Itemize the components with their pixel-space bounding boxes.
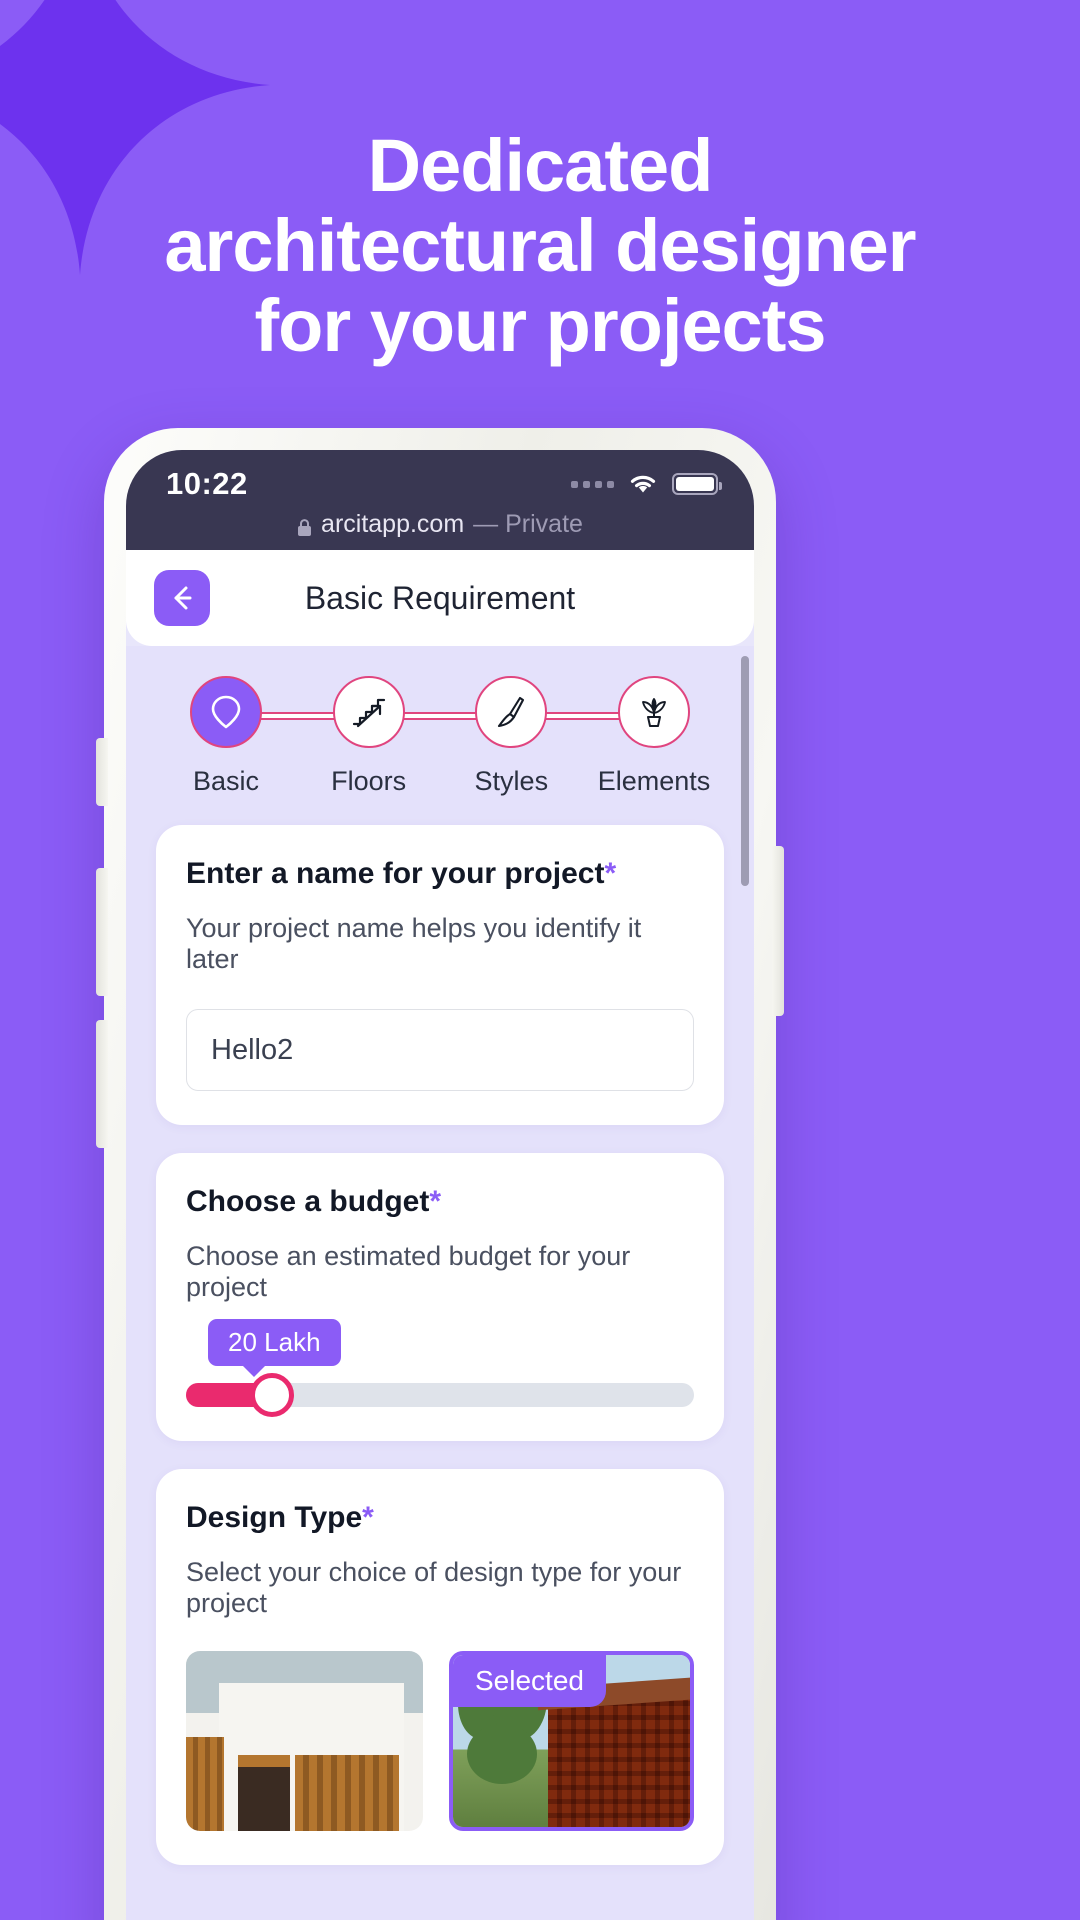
sidebar-item-elements[interactable]: Elements [588,676,720,797]
page-title: Basic Requirement [304,579,576,616]
headline-line-1: Dedicated [367,124,714,207]
step-label-floors: Floors [331,766,407,796]
design-type-title: Design Type* [186,1501,694,1535]
status-indicators [571,473,722,495]
app-header: Basic Requirement [126,550,754,646]
location-pin-icon [211,695,241,729]
volume-up-button[interactable] [96,868,108,996]
design-option-1[interactable] [186,1651,423,1831]
budget-slider-area: 20 Lakh [186,1313,694,1417]
status-bar: 10:22 [126,450,754,502]
budget-slider[interactable] [186,1373,694,1417]
power-button[interactable] [772,846,784,1016]
lock-icon [297,515,312,536]
headline-line-3: for your projects [254,283,827,367]
vertical-scrollbar[interactable] [741,656,749,886]
required-asterisk: * [604,857,617,890]
step-circle-basic [190,676,262,748]
stairs-arrow-icon [352,698,385,728]
project-name-subtitle: Your project name helps you identify it … [186,913,642,974]
design-type-options: Selected [186,1651,694,1831]
project-name-input[interactable]: Hello2 [186,1009,694,1091]
headline-line-2: architectural designer [164,203,916,287]
battery-icon [672,473,722,495]
project-name-title: Enter a name for your project* [186,857,694,891]
url-private-label: — Private [473,509,583,538]
step-circle-elements [617,676,690,748]
project-name-title-text: Enter a name for your project [186,857,605,890]
signal-dots-icon [571,480,614,488]
arrow-left-icon [174,586,192,610]
silent-switch-button[interactable] [96,738,108,806]
project-name-card: Enter a name for your project* Your proj… [156,825,724,1125]
volume-down-button[interactable] [96,1020,108,1148]
page-headline: Dedicated architectural designer for you… [0,126,1080,366]
sidebar-item-basic[interactable]: Basic [160,676,292,797]
browser-url-bar[interactable]: arcitapp.com — Private [126,502,754,546]
required-asterisk: * [429,1185,442,1218]
wifi-icon [628,473,658,495]
budget-value-tooltip: 20 Lakh [208,1319,341,1377]
design-type-title-text: Design Type [186,1501,363,1534]
step-label-styles: Styles [474,766,549,796]
progress-stepper: Basic Floors Styles Elements [126,646,754,797]
potted-plant-icon [642,698,666,727]
budget-title-text: Choose a budget [186,1185,430,1218]
design-option-2[interactable]: Selected [449,1651,694,1831]
browser-chrome: 10:22 arcitapp.com — Private [126,450,754,550]
app-content: Basic Floors Styles Elements Enter a nam… [126,646,754,1920]
design-type-card: Design Type* Select your choice of desig… [156,1469,724,1865]
sidebar-item-floors[interactable]: Floors [303,676,435,797]
sidebar-item-styles[interactable]: Styles [445,676,577,797]
status-clock: 10:22 [166,466,248,501]
phone-mockup: 10:22 arcitapp.com — Private Basic Requi… [96,428,784,1920]
budget-slider-thumb[interactable] [250,1373,295,1417]
design-type-subtitle: Select your choice of design type for yo… [186,1557,682,1618]
selected-badge: Selected [453,1655,606,1707]
budget-title: Choose a budget* [186,1185,694,1219]
paintbrush-icon [498,696,525,728]
design-option-1-image [186,1651,423,1831]
step-circle-floors [332,676,405,748]
step-circle-styles [475,676,548,748]
back-button[interactable] [154,570,210,626]
budget-subtitle: Choose an estimated budget for your proj… [186,1241,631,1302]
step-label-elements: Elements [597,766,711,796]
url-host: arcitapp.com [321,509,465,538]
phone-screen: 10:22 arcitapp.com — Private Basic Requi… [126,450,754,1920]
step-label-basic: Basic [192,766,260,796]
budget-card: Choose a budget* Choose an estimated bud… [156,1153,724,1441]
required-asterisk: * [362,1501,374,1534]
